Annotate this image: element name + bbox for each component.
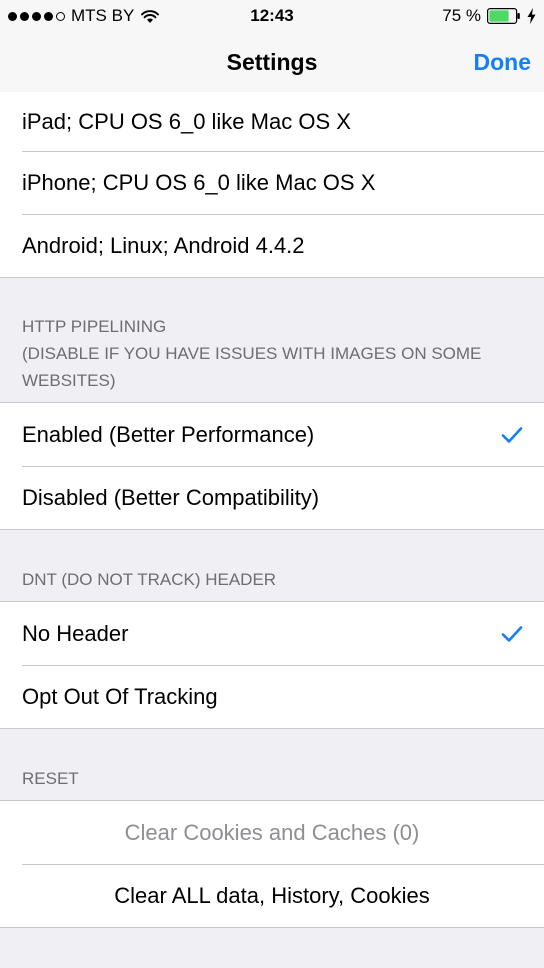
pipelining-option-enabled[interactable]: Enabled (Better Performance) bbox=[0, 403, 544, 466]
navigation-bar: Settings Done bbox=[0, 32, 544, 92]
http-pipelining-header: HTTP PIPELINING (DISABLE IF YOU HAVE ISS… bbox=[0, 278, 544, 402]
reset-header: RESET bbox=[0, 729, 544, 800]
button-label: Clear ALL data, History, Cookies bbox=[114, 882, 430, 908]
checkmark-icon bbox=[501, 625, 523, 642]
checkmark-icon bbox=[501, 426, 523, 443]
reset-group: Clear Cookies and Caches (0) Clear ALL d… bbox=[0, 800, 544, 928]
done-button[interactable]: Done bbox=[474, 32, 532, 92]
clear-cookies-button[interactable]: Clear Cookies and Caches (0) bbox=[0, 801, 544, 864]
row-label: Enabled (Better Performance) bbox=[22, 421, 315, 447]
dnt-group: No Header Opt Out Of Tracking bbox=[0, 601, 544, 729]
row-label: Opt Out Of Tracking bbox=[22, 683, 218, 709]
settings-content[interactable]: iPad; CPU OS 6_0 like Mac OS X iPhone; C… bbox=[0, 92, 544, 968]
user-agent-row-ipad[interactable]: iPad; CPU OS 6_0 like Mac OS X bbox=[0, 92, 544, 151]
user-agent-row-android[interactable]: Android; Linux; Android 4.4.2 bbox=[0, 214, 544, 277]
button-label: Clear Cookies and Caches (0) bbox=[124, 819, 420, 845]
dnt-header: DNT (DO NOT TRACK) HEADER bbox=[0, 530, 544, 601]
user-agent-group: iPad; CPU OS 6_0 like Mac OS X iPhone; C… bbox=[0, 92, 544, 278]
clear-all-data-button[interactable]: Clear ALL data, History, Cookies bbox=[0, 864, 544, 927]
row-label: iPad; CPU OS 6_0 like Mac OS X bbox=[22, 108, 351, 134]
status-right: 75 % bbox=[442, 6, 536, 26]
dnt-option-no-header[interactable]: No Header bbox=[0, 602, 544, 665]
row-label: No Header bbox=[22, 620, 129, 646]
section-header-title: RESET bbox=[22, 769, 79, 788]
row-label: iPhone; CPU OS 6_0 like Mac OS X bbox=[22, 169, 376, 195]
row-label: Android; Linux; Android 4.4.2 bbox=[22, 232, 305, 258]
battery-percent: 75 % bbox=[442, 6, 481, 25]
section-header-title: DNT (DO NOT TRACK) HEADER bbox=[22, 570, 277, 589]
page-title: Settings bbox=[226, 49, 318, 75]
section-header-note: (DISABLE IF YOU HAVE ISSUES WITH IMAGES … bbox=[22, 344, 482, 390]
pipelining-option-disabled[interactable]: Disabled (Better Compatibility) bbox=[0, 466, 544, 529]
http-pipelining-group: Enabled (Better Performance) Disabled (B… bbox=[0, 402, 544, 530]
row-label: Disabled (Better Compatibility) bbox=[22, 484, 320, 510]
user-agent-row-iphone[interactable]: iPhone; CPU OS 6_0 like Mac OS X bbox=[0, 151, 544, 214]
battery-icon bbox=[487, 8, 520, 24]
section-header-title: HTTP PIPELINING bbox=[22, 317, 167, 336]
dnt-option-opt-out[interactable]: Opt Out Of Tracking bbox=[0, 665, 544, 728]
charging-bolt-icon bbox=[527, 8, 536, 24]
status-bar: MTS BY 12:43 75 % bbox=[0, 0, 544, 32]
